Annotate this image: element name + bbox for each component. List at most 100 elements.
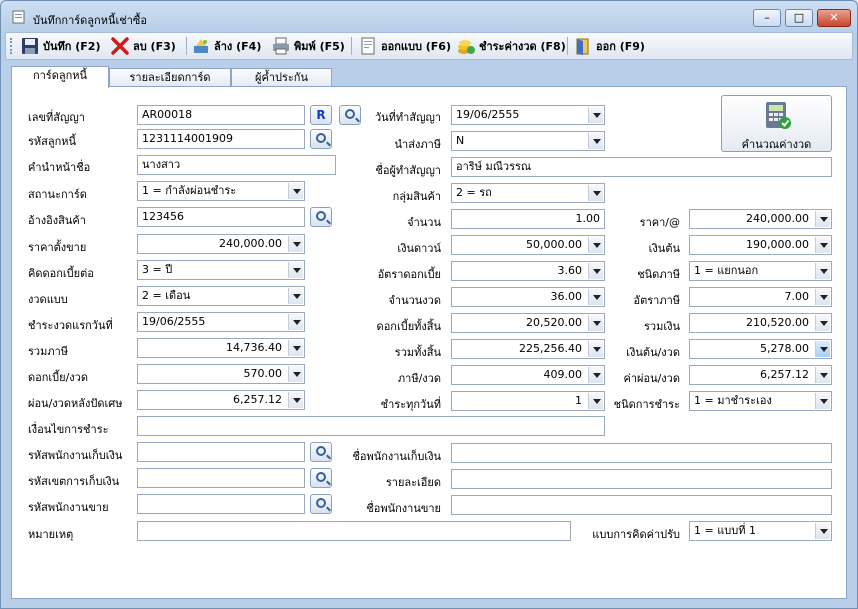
sales-name-label: ชื่อพนักงานขาย bbox=[366, 502, 441, 515]
note-input[interactable] bbox=[137, 521, 571, 541]
installment-type-value: 2 = เดือน bbox=[142, 289, 191, 302]
calculate-installment-button[interactable]: คำนวณค่างวด bbox=[721, 95, 832, 152]
debtor-code-label: รหัสลูกหนี้ bbox=[28, 135, 77, 148]
interest-per-inst-input[interactable]: 570.00 bbox=[137, 364, 305, 384]
chevron-down-icon[interactable] bbox=[815, 393, 830, 409]
chevron-down-icon[interactable] bbox=[815, 237, 830, 253]
tab-card-details[interactable]: รายละเอียดการ์ด bbox=[109, 68, 231, 87]
chevron-down-icon[interactable] bbox=[588, 367, 603, 383]
title-bar: บันทึกการ์ดลูกหนี้เช่าซื้อ – □ ✕ bbox=[1, 1, 857, 31]
chevron-down-icon[interactable] bbox=[588, 289, 603, 305]
contract-party-input[interactable]: อาริษ์ มณีวรรณ bbox=[451, 157, 832, 177]
chevron-down-icon[interactable] bbox=[815, 315, 830, 331]
chevron-down-icon[interactable] bbox=[288, 183, 303, 199]
contract-no-input[interactable]: AR00018 bbox=[137, 105, 305, 125]
collector-code-input[interactable] bbox=[137, 442, 305, 462]
sales-code-input[interactable] bbox=[137, 494, 305, 514]
fine-method-value: 1 = แบบที่ 1 bbox=[694, 524, 757, 537]
exit-button[interactable]: ออก (F9) bbox=[573, 35, 645, 57]
tax-type-value: 1 = แยกนอก bbox=[694, 264, 759, 277]
close-button[interactable]: ✕ bbox=[817, 9, 851, 27]
chevron-down-icon[interactable] bbox=[288, 236, 303, 252]
installment-count-input[interactable]: 36.00 bbox=[451, 287, 605, 307]
total-tax-input[interactable]: 14,736.40 bbox=[137, 338, 305, 358]
chevron-down-icon[interactable] bbox=[288, 392, 303, 408]
sales-name-input[interactable] bbox=[451, 495, 832, 515]
payment-type-select[interactable]: 1 = มาชำระเอง bbox=[689, 391, 832, 411]
tax-rate-value: 7.00 bbox=[784, 290, 810, 303]
chevron-down-icon[interactable] bbox=[815, 289, 830, 305]
debtor-code-input[interactable]: 1231114001909 bbox=[137, 129, 305, 149]
chevron-down-icon[interactable] bbox=[288, 340, 303, 356]
chevron-down-icon[interactable] bbox=[588, 263, 603, 279]
pay-after-round-input[interactable]: 6,257.12 bbox=[137, 390, 305, 410]
principal-per-inst-input[interactable]: 5,278.00 bbox=[689, 339, 832, 359]
minimize-button[interactable]: – bbox=[753, 9, 781, 27]
fine-method-select[interactable]: 1 = แบบที่ 1 bbox=[689, 521, 832, 541]
tax-per-inst-label: ภาษี/งวด bbox=[397, 372, 441, 385]
chevron-down-icon[interactable] bbox=[588, 185, 603, 201]
chevron-down-icon[interactable] bbox=[288, 366, 303, 382]
save-button[interactable]: บันทึก (F2) bbox=[20, 35, 100, 57]
name-prefix-input[interactable]: นางสาว bbox=[137, 155, 336, 175]
chevron-down-icon[interactable] bbox=[288, 262, 303, 278]
pay-every-day-input[interactable]: 1 bbox=[451, 391, 605, 411]
payment-conditions-input[interactable] bbox=[137, 416, 605, 436]
collect-area-detail-input[interactable] bbox=[451, 469, 832, 489]
chevron-down-icon[interactable] bbox=[815, 341, 830, 357]
down-payment-input[interactable]: 50,000.00 bbox=[451, 235, 605, 255]
tax-rate-input[interactable]: 7.00 bbox=[689, 287, 832, 307]
pay-installment-button[interactable]: ชำระค่างวด (F8) bbox=[456, 35, 566, 57]
toolbar-grip[interactable] bbox=[10, 38, 13, 54]
chevron-down-icon[interactable] bbox=[588, 315, 603, 331]
interest-per-select[interactable]: 3 = ปี bbox=[137, 260, 305, 280]
chevron-down-icon[interactable] bbox=[588, 133, 603, 149]
maximize-button[interactable]: □ bbox=[785, 9, 813, 27]
tax-type-select[interactable]: 1 = แยกนอก bbox=[689, 261, 832, 281]
chevron-down-icon[interactable] bbox=[588, 237, 603, 253]
floppy-disk-icon bbox=[22, 38, 38, 54]
contract-date-input[interactable]: 19/06/2555 bbox=[451, 105, 605, 125]
print-button[interactable]: พิมพ์ (F5) bbox=[271, 35, 345, 57]
total-money-input[interactable]: 210,520.00 bbox=[689, 313, 832, 333]
product-group-value: 2 = รถ bbox=[456, 186, 492, 199]
chevron-down-icon[interactable] bbox=[588, 341, 603, 357]
chevron-down-icon[interactable] bbox=[815, 523, 830, 539]
payment-per-inst-value: 6,257.12 bbox=[760, 368, 809, 381]
chevron-down-icon[interactable] bbox=[588, 393, 603, 409]
collector-name-input[interactable] bbox=[451, 443, 832, 463]
card-status-select[interactable]: 1 = กำลังผ่อนชำระ bbox=[137, 181, 305, 201]
principal-input[interactable]: 190,000.00 bbox=[689, 235, 832, 255]
grand-total-input[interactable]: 225,256.40 bbox=[451, 339, 605, 359]
chevron-down-icon[interactable] bbox=[288, 314, 303, 330]
product-ref-input[interactable]: 123456 bbox=[137, 207, 305, 227]
tab-debtor-card[interactable]: การ์ดลูกหนี้ bbox=[11, 66, 109, 88]
payment-per-inst-label: ค่าผ่อน/งวด bbox=[623, 372, 680, 385]
principal-value: 190,000.00 bbox=[746, 238, 809, 251]
chevron-down-icon[interactable] bbox=[288, 288, 303, 304]
chevron-down-icon[interactable] bbox=[815, 211, 830, 227]
sale-price-input[interactable]: 240,000.00 bbox=[137, 234, 305, 254]
tax-send-select[interactable]: N bbox=[451, 131, 605, 151]
coins-icon bbox=[458, 40, 475, 54]
total-money-label: รวมเงิน bbox=[644, 320, 680, 333]
tab-guarantor[interactable]: ผู้ค้ำประกัน bbox=[231, 68, 332, 87]
unit-price-input[interactable]: 240,000.00 bbox=[689, 209, 832, 229]
product-group-select[interactable]: 2 = รถ bbox=[451, 183, 605, 203]
installment-type-select[interactable]: 2 = เดือน bbox=[137, 286, 305, 306]
chevron-down-icon[interactable] bbox=[815, 367, 830, 383]
chevron-down-icon[interactable] bbox=[815, 263, 830, 279]
collect-area-code-input[interactable] bbox=[137, 468, 305, 488]
clear-button[interactable]: ล้าง (F4) bbox=[191, 35, 261, 57]
delete-button[interactable]: ลบ (F3) bbox=[110, 35, 176, 57]
payment-type-label: ชนิดการชำระ bbox=[613, 398, 680, 411]
payment-per-inst-input[interactable]: 6,257.12 bbox=[689, 365, 832, 385]
design-button[interactable]: ออกแบบ (F6) bbox=[358, 35, 451, 57]
total-interest-input[interactable]: 20,520.00 bbox=[451, 313, 605, 333]
tax-per-inst-input[interactable]: 409.00 bbox=[451, 365, 605, 385]
quantity-input[interactable]: 1.00 bbox=[451, 209, 605, 229]
first-pay-date-input[interactable]: 19/06/2555 bbox=[137, 312, 305, 332]
chevron-down-icon[interactable] bbox=[588, 107, 603, 123]
interest-rate-input[interactable]: 3.60 bbox=[451, 261, 605, 281]
exit-door-icon bbox=[576, 38, 589, 55]
